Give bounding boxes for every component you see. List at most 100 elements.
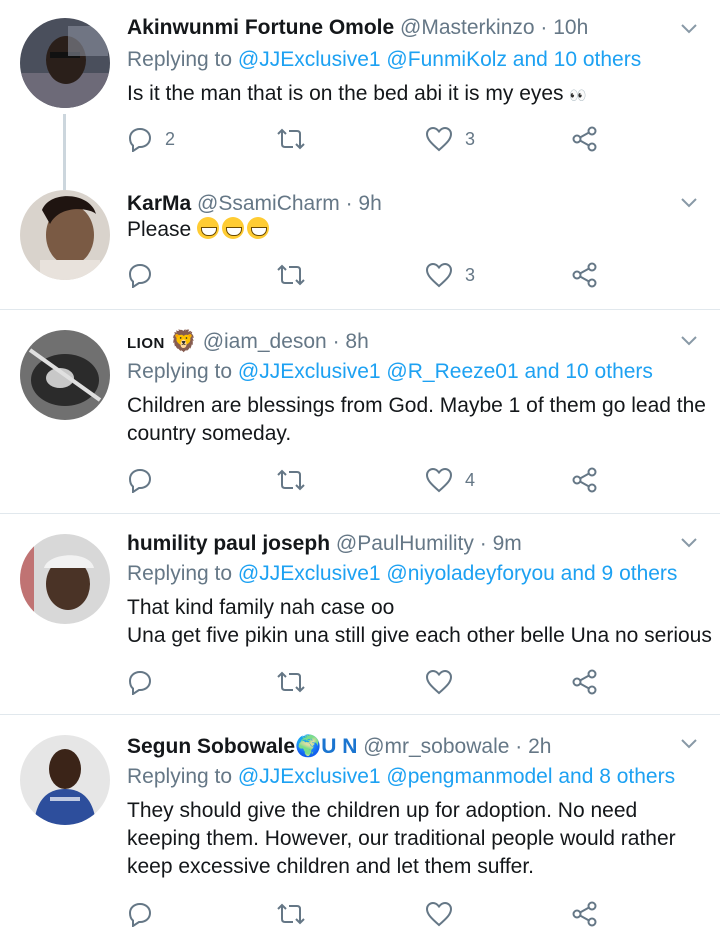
handle[interactable]: @SsamiCharm — [197, 192, 340, 215]
share-icon — [572, 126, 597, 152]
reply-button[interactable]: 2 — [127, 124, 175, 154]
chevron-down-icon[interactable] — [680, 737, 698, 751]
display-name[interactable]: KarMa — [127, 192, 191, 215]
lion-emoji: 🦁 — [170, 330, 197, 353]
like-button[interactable]: 3 — [425, 260, 475, 290]
replying-to-links[interactable]: @JJExclusive1 @pengmanmodel and 8 others — [238, 765, 675, 788]
replying-to-links[interactable]: @JJExclusive1 @R_Reeze01 and 10 others — [238, 360, 653, 383]
reply-button[interactable] — [127, 465, 153, 495]
chevron-down-icon[interactable] — [680, 536, 698, 550]
retweet-icon — [277, 671, 305, 693]
retweet-icon — [277, 469, 305, 491]
reply-count: 2 — [165, 128, 176, 149]
replying-to: Replying to @JJExclusive1 @pengmanmodel … — [127, 763, 675, 791]
tweet-1[interactable]: Akinwunmi Fortune Omole @Masterkinzo · 1… — [0, 0, 720, 190]
retweet-button[interactable] — [275, 667, 307, 697]
replying-to-links[interactable]: @JJExclusive1 @FunmiKolz and 10 others — [238, 48, 641, 71]
share-button[interactable] — [571, 465, 599, 495]
like-button[interactable]: 4 — [425, 465, 475, 495]
avatar[interactable] — [20, 330, 110, 420]
handle[interactable]: @iam_deson — [203, 330, 327, 353]
chevron-down-icon[interactable] — [680, 22, 698, 36]
share-button[interactable] — [571, 260, 599, 290]
display-name[interactable]: LION — [127, 335, 165, 352]
name-suffix: U N — [321, 735, 358, 758]
timestamp[interactable]: 10h — [553, 16, 588, 39]
tweet-text-line: Una get five pikin una still give each o… — [127, 624, 712, 647]
share-icon — [572, 467, 597, 493]
reply-button[interactable] — [127, 899, 153, 929]
share-button[interactable] — [571, 667, 599, 697]
separator-dot: · — [473, 532, 493, 555]
share-icon — [572, 901, 597, 927]
separator-dot: · — [339, 192, 359, 215]
tweet-header: Segun Sobowale🌍U N @mr_sobowale · 2h — [127, 733, 551, 761]
like-icon — [425, 467, 453, 493]
replying-to: Replying to @JJExclusive1 @niyoladeyfory… — [127, 560, 677, 588]
display-name[interactable]: humility paul joseph — [127, 532, 330, 555]
grinning-squinting-emoji — [247, 217, 270, 239]
like-count: 3 — [465, 264, 476, 285]
replying-to-prefix: Replying to — [127, 48, 238, 71]
eyes-emoji: 👀 — [569, 87, 587, 103]
replying-to-prefix: Replying to — [127, 765, 238, 788]
share-icon — [572, 262, 597, 288]
timestamp[interactable]: 9h — [358, 192, 381, 215]
retweet-icon — [277, 128, 305, 150]
tweet-5[interactable]: Segun Sobowale🌍U N @mr_sobowale · 2h Rep… — [0, 715, 720, 945]
tweet-2[interactable]: KarMa @SsamiCharm · 9h Please 3 — [0, 190, 720, 308]
tweet-text: Please — [127, 216, 707, 244]
tweet-text: They should give the children up for ado… — [127, 799, 676, 878]
handle[interactable]: @mr_sobowale — [363, 735, 509, 758]
retweet-icon — [277, 903, 305, 925]
reply-button[interactable] — [127, 260, 153, 290]
separator-dot: · — [534, 16, 554, 39]
tweet-header: humility paul joseph @PaulHumility · 9m — [127, 530, 522, 558]
timestamp[interactable]: 9m — [493, 532, 522, 555]
tweet-4[interactable]: humility paul joseph @PaulHumility · 9m … — [0, 514, 720, 714]
timestamp[interactable]: 2h — [528, 735, 551, 758]
avatar[interactable] — [20, 190, 110, 280]
reply-icon — [128, 263, 152, 288]
retweet-button[interactable] — [275, 124, 307, 154]
handle[interactable]: @Masterkinzo — [400, 16, 535, 39]
share-icon — [572, 669, 597, 695]
chevron-down-icon[interactable] — [680, 196, 698, 210]
like-button[interactable]: 3 — [425, 124, 475, 154]
separator-dot: · — [326, 330, 346, 353]
tweet-text-main: Is it the man that is on the bed abi it … — [127, 82, 564, 105]
display-name[interactable]: Segun Sobowale — [127, 735, 295, 758]
tweet-header: LION 🦁 @iam_deson · 8h — [127, 328, 369, 356]
retweet-button[interactable] — [275, 465, 307, 495]
like-icon — [425, 262, 453, 288]
reply-icon — [128, 468, 152, 493]
like-button[interactable] — [425, 667, 453, 697]
reply-button[interactable] — [127, 667, 153, 697]
display-name[interactable]: Akinwunmi Fortune Omole — [127, 16, 394, 39]
avatar[interactable] — [20, 18, 110, 108]
tweet-text: Children are blessings from God. Maybe 1… — [127, 394, 706, 445]
retweet-button[interactable] — [275, 899, 307, 929]
retweet-button[interactable] — [275, 260, 307, 290]
chevron-down-icon[interactable] — [680, 334, 698, 348]
tweet-actions — [127, 667, 607, 697]
avatar[interactable] — [20, 534, 110, 624]
replying-to-links[interactable]: @JJExclusive1 @niyoladeyforyou and 9 oth… — [238, 562, 678, 585]
replying-to-prefix: Replying to — [127, 562, 238, 585]
share-button[interactable] — [571, 899, 599, 929]
avatar[interactable] — [20, 735, 110, 825]
like-icon — [425, 901, 453, 927]
share-button[interactable] — [571, 124, 599, 154]
tweet-3[interactable]: LION 🦁 @iam_deson · 8h Replying to @JJEx… — [0, 310, 720, 512]
replying-to-prefix: Replying to — [127, 360, 238, 383]
like-button[interactable] — [425, 899, 453, 929]
tweet-header: Akinwunmi Fortune Omole @Masterkinzo · 1… — [127, 14, 588, 42]
tweet-actions — [127, 899, 607, 929]
like-count: 3 — [465, 128, 476, 149]
tweet-actions: 4 — [127, 465, 607, 495]
globe-emoji: 🌍 — [295, 735, 322, 758]
like-icon — [425, 126, 453, 152]
timestamp[interactable]: 8h — [345, 330, 368, 353]
handle[interactable]: @PaulHumility — [336, 532, 474, 555]
tweet-text-main: Please — [127, 218, 192, 241]
